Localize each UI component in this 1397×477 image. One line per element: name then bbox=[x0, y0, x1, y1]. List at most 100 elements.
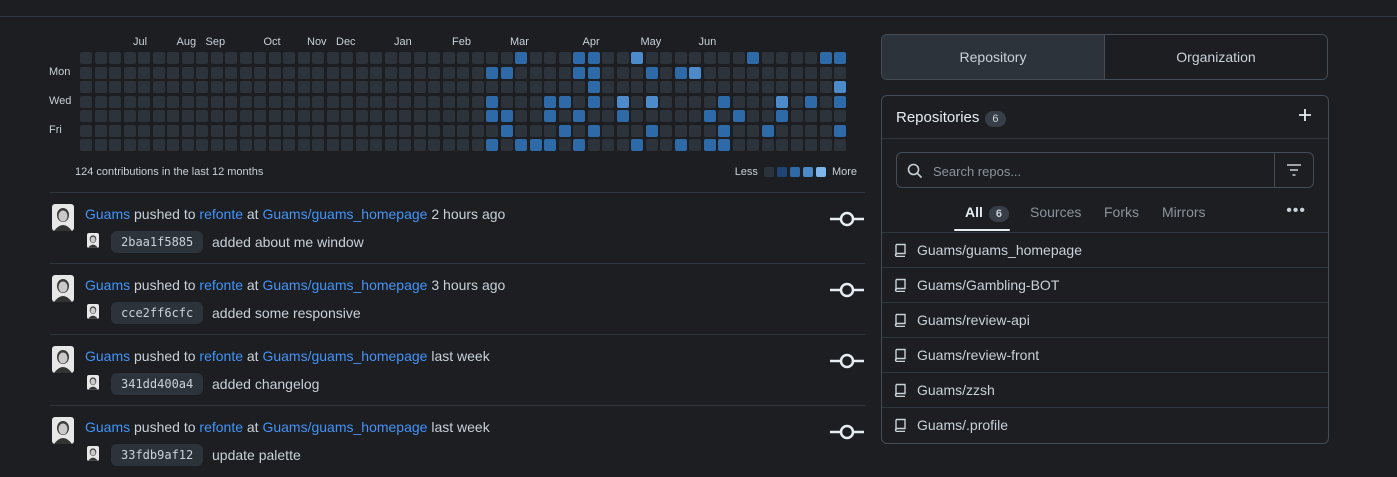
branch-link[interactable]: refonte bbox=[199, 277, 243, 293]
contribution-cell[interactable] bbox=[152, 139, 165, 151]
contribution-cell[interactable] bbox=[181, 139, 194, 151]
contribution-cell[interactable] bbox=[819, 52, 832, 64]
contribution-cell[interactable] bbox=[370, 124, 382, 137]
contribution-cell[interactable] bbox=[674, 95, 687, 108]
contribution-cell[interactable] bbox=[239, 139, 252, 151]
contribution-cell[interactable] bbox=[109, 139, 121, 151]
contribution-cell[interactable] bbox=[355, 139, 368, 151]
repository-tab[interactable]: Repository bbox=[882, 35, 1104, 79]
contribution-cell[interactable] bbox=[674, 110, 687, 122]
contribution-cell[interactable] bbox=[442, 110, 455, 122]
contribution-cell[interactable] bbox=[80, 124, 92, 137]
contribution-cell[interactable] bbox=[355, 66, 368, 79]
contribution-cell[interactable] bbox=[138, 139, 150, 151]
contribution-cell[interactable] bbox=[326, 52, 339, 64]
contribution-cell[interactable] bbox=[529, 52, 542, 64]
contribution-cell[interactable] bbox=[776, 139, 788, 151]
contribution-cell[interactable] bbox=[761, 110, 774, 122]
contribution-cell[interactable] bbox=[312, 124, 324, 137]
contribution-cell[interactable] bbox=[703, 139, 716, 151]
contribution-cell[interactable] bbox=[109, 124, 121, 137]
repo-link[interactable]: Guams/guams_homepage bbox=[262, 277, 427, 293]
contribution-cell[interactable] bbox=[355, 95, 368, 108]
contribution-cell[interactable] bbox=[225, 95, 237, 108]
contribution-cell[interactable] bbox=[689, 110, 701, 122]
contribution-cell[interactable] bbox=[587, 95, 600, 108]
contribution-cell[interactable] bbox=[457, 124, 469, 137]
contribution-cell[interactable] bbox=[268, 110, 281, 122]
contribution-cell[interactable] bbox=[138, 124, 150, 137]
contribution-cell[interactable] bbox=[587, 110, 600, 122]
contribution-cell[interactable] bbox=[529, 110, 542, 122]
contribution-cell[interactable] bbox=[631, 95, 643, 108]
contribution-cell[interactable] bbox=[94, 52, 107, 64]
avatar[interactable] bbox=[52, 275, 74, 302]
contribution-cell[interactable] bbox=[500, 110, 513, 122]
contribution-cell[interactable] bbox=[805, 139, 817, 151]
contribution-cell[interactable] bbox=[819, 110, 832, 122]
contribution-cell[interactable] bbox=[370, 66, 382, 79]
contribution-cell[interactable] bbox=[312, 66, 324, 79]
contribution-cell[interactable] bbox=[268, 52, 281, 64]
contribution-cell[interactable] bbox=[312, 81, 324, 93]
contribution-cell[interactable] bbox=[529, 139, 542, 151]
contribution-cell[interactable] bbox=[181, 110, 194, 122]
contribution-cell[interactable] bbox=[645, 95, 658, 108]
contribution-cell[interactable] bbox=[500, 124, 513, 137]
repo-item[interactable]: Guams/Gambling-BOT bbox=[882, 268, 1328, 303]
contribution-cell[interactable] bbox=[703, 95, 716, 108]
repo-link[interactable]: Guams/guams_homepage bbox=[262, 348, 427, 364]
contribution-cell[interactable] bbox=[152, 124, 165, 137]
contribution-cell[interactable] bbox=[152, 110, 165, 122]
contribution-cell[interactable] bbox=[370, 110, 382, 122]
contribution-cell[interactable] bbox=[254, 81, 266, 93]
contribution-cell[interactable] bbox=[602, 124, 614, 137]
contribution-cell[interactable] bbox=[428, 110, 440, 122]
contribution-cell[interactable] bbox=[413, 95, 426, 108]
contribution-cell[interactable] bbox=[210, 52, 223, 64]
contribution-cell[interactable] bbox=[486, 110, 498, 122]
contribution-cell[interactable] bbox=[500, 81, 513, 93]
contribution-cell[interactable] bbox=[834, 124, 846, 137]
contribution-cell[interactable] bbox=[703, 124, 716, 137]
contribution-cell[interactable] bbox=[645, 52, 658, 64]
contribution-cell[interactable] bbox=[123, 52, 136, 64]
contribution-cell[interactable] bbox=[558, 139, 571, 151]
contribution-cell[interactable] bbox=[239, 110, 252, 122]
contribution-cell[interactable] bbox=[834, 139, 846, 151]
contribution-cell[interactable] bbox=[587, 124, 600, 137]
contribution-cell[interactable] bbox=[703, 66, 716, 79]
contribution-cell[interactable] bbox=[529, 124, 542, 137]
contribution-cell[interactable] bbox=[486, 66, 498, 79]
contribution-cell[interactable] bbox=[138, 81, 150, 93]
avatar[interactable] bbox=[52, 346, 74, 373]
contribution-cell[interactable] bbox=[500, 52, 513, 64]
contribution-cell[interactable] bbox=[399, 139, 411, 151]
contribution-cell[interactable] bbox=[805, 66, 817, 79]
repo-item[interactable]: Guams/zzsh bbox=[882, 373, 1328, 408]
contribution-cell[interactable] bbox=[660, 81, 672, 93]
contribution-cell[interactable] bbox=[341, 66, 353, 79]
contribution-cell[interactable] bbox=[457, 66, 469, 79]
contribution-cell[interactable] bbox=[181, 124, 194, 137]
contribution-cell[interactable] bbox=[544, 110, 556, 122]
contribution-cell[interactable] bbox=[486, 124, 498, 137]
contribution-cell[interactable] bbox=[297, 52, 310, 64]
contribution-cell[interactable] bbox=[297, 124, 310, 137]
contribution-cell[interactable] bbox=[819, 124, 832, 137]
contribution-cell[interactable] bbox=[457, 95, 469, 108]
tab-forks[interactable]: Forks bbox=[1104, 204, 1139, 220]
contribution-cell[interactable] bbox=[167, 81, 179, 93]
contribution-cell[interactable] bbox=[210, 81, 223, 93]
contribution-cell[interactable] bbox=[312, 110, 324, 122]
tab-sources[interactable]: Sources bbox=[1030, 204, 1081, 220]
contribution-cell[interactable] bbox=[573, 139, 585, 151]
contribution-cell[interactable] bbox=[413, 52, 426, 64]
contribution-cell[interactable] bbox=[703, 81, 716, 93]
contribution-cell[interactable] bbox=[123, 95, 136, 108]
contribution-cell[interactable] bbox=[152, 81, 165, 93]
contribution-cell[interactable] bbox=[457, 81, 469, 93]
contribution-cell[interactable] bbox=[761, 124, 774, 137]
contribution-cell[interactable] bbox=[573, 95, 585, 108]
contribution-cell[interactable] bbox=[225, 52, 237, 64]
